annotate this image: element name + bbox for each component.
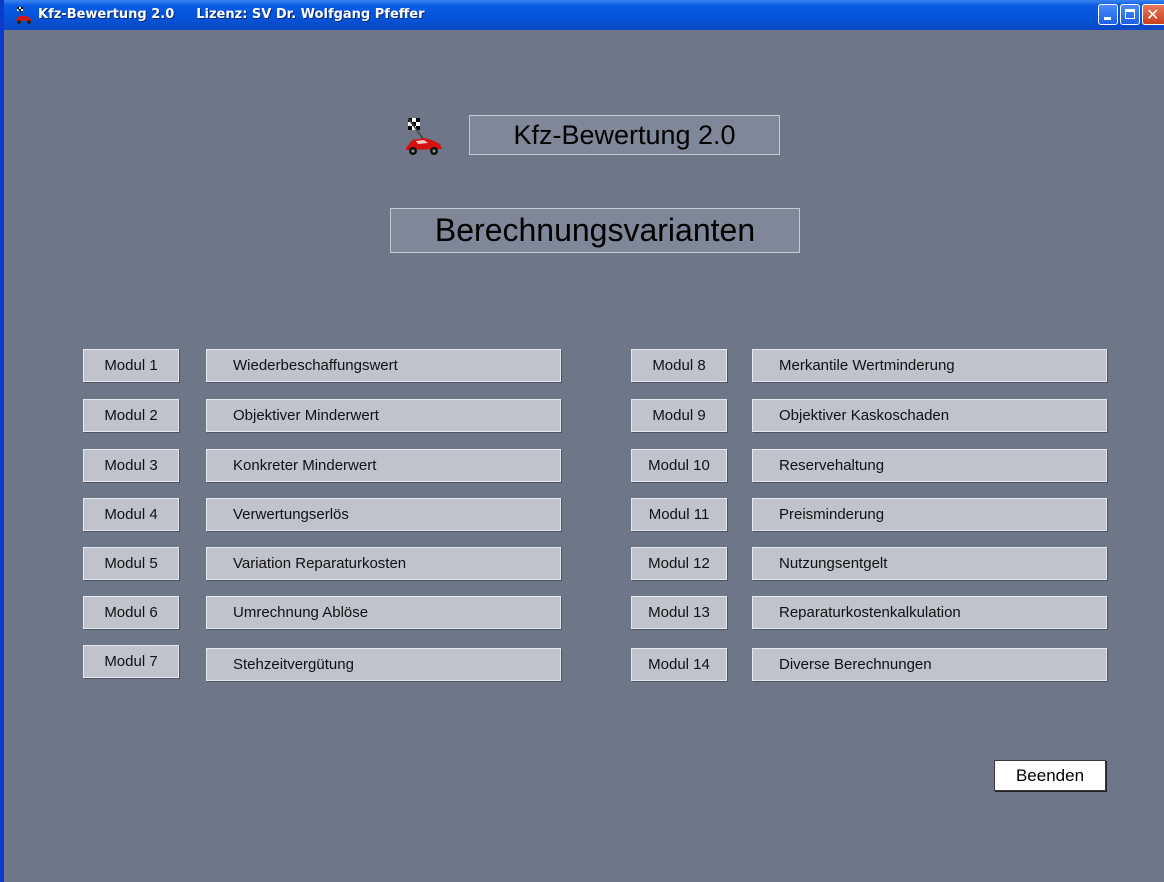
modul-10-button[interactable]: Modul 10: [631, 449, 727, 482]
modul-2-name-button[interactable]: Objektiver Minderwert: [206, 399, 561, 432]
modul-11-button[interactable]: Modul 11: [631, 498, 727, 531]
modul-11-name-button[interactable]: Preisminderung: [752, 498, 1107, 531]
modul-3-name-button[interactable]: Konkreter Minderwert: [206, 449, 561, 482]
modul-8-name-button[interactable]: Merkantile Wertminderung: [752, 349, 1107, 382]
modul-3-button[interactable]: Modul 3: [83, 449, 179, 482]
title-bar[interactable]: Kfz-Bewertung 2.0 Lizenz: SV Dr. Wolfgang…: [4, 0, 1164, 30]
section-heading: Berechnungsvarianten: [390, 208, 800, 253]
app-window: Kfz-Bewertung 2.0 Lizenz: SV Dr. Wolfgang…: [0, 0, 1164, 882]
modul-13-button[interactable]: Modul 13: [631, 596, 727, 629]
modul-6-name-button[interactable]: Umrechnung Ablöse: [206, 596, 561, 629]
exit-button[interactable]: Beenden: [994, 760, 1106, 791]
modul-8-button[interactable]: Modul 8: [631, 349, 727, 382]
app-heading: Kfz-Bewertung 2.0: [469, 115, 780, 155]
modul-5-name-button[interactable]: Variation Reparaturkosten: [206, 547, 561, 580]
modul-9-name-button[interactable]: Objektiver Kaskoschaden: [752, 399, 1107, 432]
race-car-flag-icon: [16, 6, 32, 24]
modul-12-button[interactable]: Modul 12: [631, 547, 727, 580]
modul-2-button[interactable]: Modul 2: [83, 399, 179, 432]
modul-1-button[interactable]: Modul 1: [83, 349, 179, 382]
maximize-icon: [1125, 9, 1135, 19]
modul-13-name-button[interactable]: Reparaturkostenkalkulation: [752, 596, 1107, 629]
modul-5-button[interactable]: Modul 5: [83, 547, 179, 580]
modul-14-name-button[interactable]: Diverse Berechnungen: [752, 648, 1107, 681]
window-title-license: Lizenz: SV Dr. Wolfgang Pfeffer: [196, 7, 425, 22]
close-icon: ✕: [1146, 5, 1160, 24]
modul-4-button[interactable]: Modul 4: [83, 498, 179, 531]
modul-4-name-button[interactable]: Verwertungserlös: [206, 498, 561, 531]
close-button[interactable]: ✕: [1142, 4, 1164, 25]
modul-9-button[interactable]: Modul 9: [631, 399, 727, 432]
minimize-icon: [1104, 17, 1111, 20]
window-title: Kfz-Bewertung 2.0 Lizenz: SV Dr. Wolfgang…: [38, 7, 425, 22]
race-car-flag-icon: [406, 117, 442, 155]
maximize-button[interactable]: [1120, 4, 1140, 25]
modul-10-name-button[interactable]: Reservehaltung: [752, 449, 1107, 482]
window-title-app: Kfz-Bewertung 2.0: [38, 7, 175, 22]
modul-6-button[interactable]: Modul 6: [83, 596, 179, 629]
modul-12-name-button[interactable]: Nutzungsentgelt: [752, 547, 1107, 580]
modul-14-button[interactable]: Modul 14: [631, 648, 727, 681]
modul-7-name-button[interactable]: Stehzeitvergütung: [206, 648, 561, 681]
minimize-button[interactable]: [1098, 4, 1118, 25]
modul-1-name-button[interactable]: Wiederbeschaffungswert: [206, 349, 561, 382]
modul-7-button[interactable]: Modul 7: [83, 645, 179, 678]
